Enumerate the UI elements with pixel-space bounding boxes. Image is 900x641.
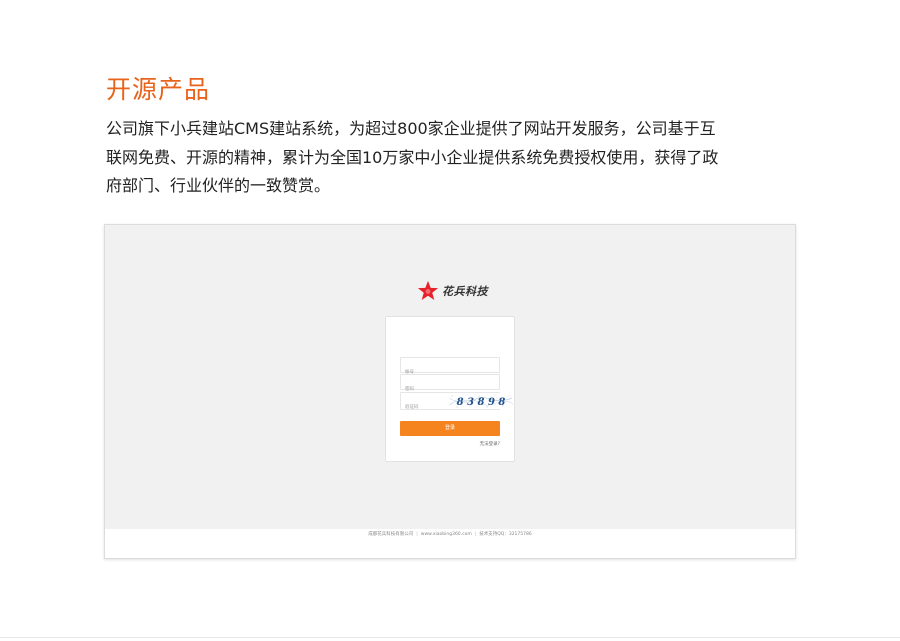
password-field-wrapper xyxy=(400,374,500,397)
intro-line-1: 公司旗下小兵建站CMS建站系统，为超过800家企业提供了网站开发服务，公司基于互 xyxy=(106,119,716,138)
brand: 花兵科技 xyxy=(417,280,488,302)
section-intro: 公司旗下小兵建站CMS建站系统，为超过800家企业提供了网站开发服务，公司基于互… xyxy=(106,115,806,201)
intro-line-3: 府部门、行业伙伴的一致赞赏。 xyxy=(106,176,331,195)
page: 开源产品 公司旗下小兵建站CMS建站系统，为超过800家企业提供了网站开发服务，… xyxy=(0,0,900,641)
login-screenshot-preview: 花兵科技 帐号 验证码 8 3 8 9 8 登录 无法登录? 成都花兵科技有限公… xyxy=(104,224,796,559)
section-title: 开源产品 xyxy=(106,75,211,104)
footer-separator: | xyxy=(416,532,418,537)
login-button[interactable]: 登录 xyxy=(400,421,500,436)
footer-support: 技术支持QQ：32175786 xyxy=(479,532,532,537)
bottom-divider xyxy=(0,637,900,638)
red-star-logo-icon xyxy=(417,280,439,300)
captcha-image[interactable]: 8 3 8 9 8 xyxy=(448,393,514,409)
footer-website[interactable]: www.xiaobing360.com xyxy=(421,532,472,537)
forgot-login-link[interactable]: 无法登录? xyxy=(480,441,500,447)
account-field-wrapper xyxy=(400,357,500,380)
login-card: 8 3 8 9 8 登录 无法登录? xyxy=(385,316,515,462)
intro-line-2: 联网免费、开源的精神，累计为全国10万家中小企业提供系统免费授权使用，获得了政 xyxy=(106,147,719,167)
brand-name: 花兵科技 xyxy=(442,285,488,298)
footer-company: 成都花兵科技有限公司 xyxy=(368,532,414,537)
footer-separator: | xyxy=(474,532,477,537)
preview-footer: 成都花兵科技有限公司 | www.xiaobing360.com | 技术支持QQ：32… xyxy=(105,529,795,558)
captcha-row: 8 3 8 9 8 xyxy=(400,392,514,416)
captcha-text: 8 3 8 9 8 xyxy=(457,397,506,408)
